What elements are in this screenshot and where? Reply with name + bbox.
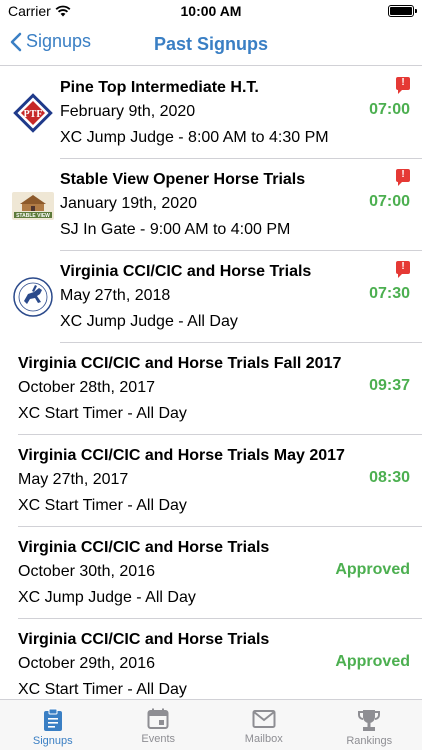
alert-flag-icon: ! [396, 169, 410, 186]
signup-status: Approved [335, 561, 410, 578]
signup-date: October 30th, 2016 [18, 563, 155, 580]
signup-role: XC Start Timer - All Day [18, 497, 187, 514]
battery-icon [388, 5, 417, 17]
chevron-left-icon [10, 32, 22, 51]
signup-title: Virginia CCI/CIC and Horse Trials Fall 2… [18, 355, 342, 372]
signup-date: October 29th, 2016 [18, 655, 155, 672]
signup-row[interactable]: Virginia CCI/CIC and Horse Trials Octobe… [0, 527, 422, 619]
back-button-label: Signups [26, 31, 92, 51]
signup-date: February 9th, 2020 [60, 103, 196, 120]
signup-list[interactable]: PTF Pine Top Intermediate H.T. February … [0, 67, 422, 699]
tab-label: Mailbox [244, 733, 283, 745]
signup-title: Virginia CCI/CIC and Horse Trials [60, 263, 312, 280]
tab-rankings[interactable]: Rankings [317, 700, 422, 750]
signup-title: Virginia CCI/CIC and Horse Trials [18, 631, 270, 648]
signup-date: May 27th, 2018 [60, 287, 171, 304]
signup-role: XC Start Timer - All Day [18, 681, 187, 698]
back-button[interactable]: Signups [10, 31, 91, 52]
stable-view-logo: STABLE VIEW [12, 192, 54, 220]
signup-status: 08:30 [369, 469, 410, 486]
tab-label: Rankings [346, 735, 393, 747]
signup-role: XC Jump Judge - All Day [18, 589, 196, 606]
signup-title: Virginia CCI/CIC and Horse Trials [18, 539, 270, 556]
ptf-logo: PTF [13, 93, 53, 133]
signup-role: XC Start Timer - All Day [18, 405, 187, 422]
tab-label: Events [141, 733, 176, 745]
signup-row[interactable]: Virginia CCI/CIC and Horse Trials Octobe… [0, 619, 422, 699]
signup-status: 07:00 [369, 193, 410, 210]
signup-row[interactable]: Virginia CCI/CIC and Horse Trials Fall 2… [0, 343, 422, 435]
tab-mailbox[interactable]: Mailbox [211, 700, 317, 750]
navigation-bar: Signups Past Signups [0, 24, 422, 66]
signup-row[interactable]: PTF Pine Top Intermediate H.T. February … [0, 67, 422, 159]
signup-date: May 27th, 2017 [18, 471, 129, 488]
mail-icon [252, 710, 276, 728]
svg-text:STABLE VIEW: STABLE VIEW [16, 213, 50, 219]
signup-status: 09:37 [369, 377, 410, 394]
signup-role: XC Jump Judge - All Day [60, 313, 238, 330]
status-bar: Carrier 10:00 AM [0, 0, 422, 24]
svg-text:PTF: PTF [24, 109, 43, 120]
clipboard-icon [43, 708, 62, 731]
alert-flag-icon: ! [396, 261, 410, 278]
signup-row[interactable]: Virginia CCI/CIC and Horse Trials May 20… [0, 435, 422, 527]
tab-label: Signups [32, 735, 73, 747]
signup-title: Stable View Opener Horse Trials [60, 171, 306, 188]
tab-signups[interactable]: Signups [0, 700, 106, 750]
calendar-icon [147, 708, 169, 729]
signup-date: October 28th, 2017 [18, 379, 155, 396]
virginia-horse-trials-logo [13, 277, 53, 317]
signup-date: January 19th, 2020 [60, 195, 197, 212]
signup-title: Virginia CCI/CIC and Horse Trials May 20… [18, 447, 345, 464]
signup-role: XC Jump Judge - 8:00 AM to 4:30 PM [60, 129, 329, 146]
trophy-icon [358, 710, 381, 731]
signup-status: 07:30 [369, 285, 410, 302]
signup-status: Approved [335, 653, 410, 670]
alert-flag-icon: ! [396, 77, 410, 94]
signup-status: 07:00 [369, 101, 410, 118]
status-time: 10:00 AM [180, 3, 242, 19]
signup-role: SJ In Gate - 9:00 AM to 4:00 PM [60, 221, 291, 238]
tab-events[interactable]: Events [106, 700, 212, 750]
tab-bar: Signups Events Mailbox Rankings [0, 699, 422, 750]
signup-row[interactable]: Virginia CCI/CIC and Horse Trials May 27… [0, 251, 422, 343]
signup-title: Pine Top Intermediate H.T. [60, 79, 259, 96]
signup-row[interactable]: STABLE VIEW Stable View Opener Horse Tri… [0, 159, 422, 251]
